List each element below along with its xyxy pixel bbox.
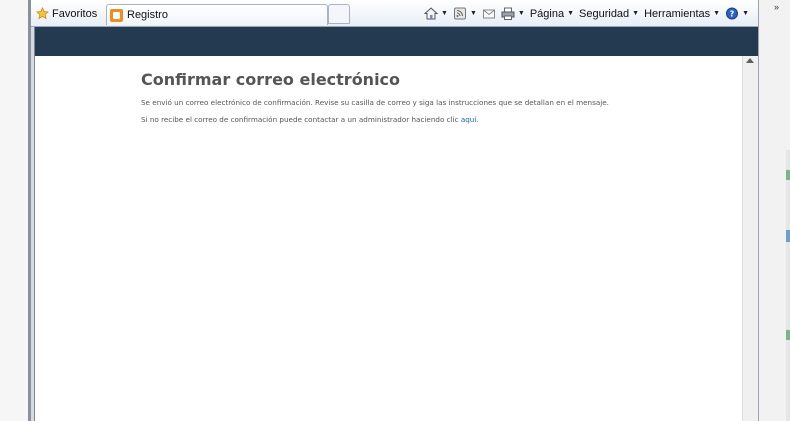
menu-tools-label: Herramientas <box>644 7 711 20</box>
window-frame-edge <box>28 0 31 421</box>
menu-page-label: Página <box>529 7 565 20</box>
page-title: Confirmar correo electrónico <box>141 70 401 89</box>
help-icon: ? <box>726 7 739 20</box>
menu-tools[interactable]: Herramientas ▼ <box>644 8 720 20</box>
feeds-icon <box>453 7 466 20</box>
scroll-up-icon[interactable] <box>746 58 754 63</box>
new-tab-button[interactable] <box>328 4 350 24</box>
feeds-button[interactable]: ▼ <box>453 7 477 20</box>
svg-text:?: ? <box>730 10 735 19</box>
tab-registro[interactable]: Registro <box>106 4 328 25</box>
favorites-button[interactable]: Favoritos <box>36 5 97 22</box>
chevron-down-icon: ▼ <box>742 10 750 17</box>
site-header-bar <box>35 27 758 56</box>
contact-message: Si no recibe el correo de confirmación p… <box>141 115 701 124</box>
favorites-label: Favoritos <box>52 7 98 20</box>
confirmation-message: Se envió un correo electrónico de confir… <box>141 98 609 107</box>
desktop-background-strip <box>786 150 790 421</box>
chevron-down-icon: ▼ <box>567 10 575 17</box>
help-button[interactable]: ? ▼ <box>725 7 749 20</box>
home-icon <box>424 7 438 20</box>
chevron-down-icon[interactable]: ▼ <box>441 10 448 17</box>
menu-security[interactable]: Seguridad ▼ <box>579 8 639 20</box>
home-button[interactable]: ▼ <box>424 7 448 20</box>
page-viewport: Confirmar correo electrónico Se envió un… <box>34 27 758 421</box>
window-frame-left <box>0 0 30 421</box>
vertical-scrollbar[interactable] <box>742 56 758 421</box>
tab-favicon-icon <box>110 8 123 22</box>
contact-admin-link[interactable]: aquí <box>461 115 477 124</box>
contact-message-text: Si no recibe el correo de confirmación p… <box>141 115 461 124</box>
command-tools: ▼ ▼ ▼ Página ▼ Seguridad ▼ Herramientas … <box>424 5 754 22</box>
read-mail-icon <box>482 9 495 19</box>
read-mail-button[interactable] <box>482 7 496 20</box>
tab-title: Registro <box>127 9 168 21</box>
print-button[interactable]: ▼ <box>501 7 525 20</box>
chevron-down-icon: ▼ <box>713 10 721 17</box>
chevron-down-icon[interactable]: ▼ <box>470 10 477 17</box>
browser-command-bar: Favoritos Registro ▼ ▼ ▼ Página ▼ Seguri… <box>31 0 779 27</box>
main-content: Confirmar correo electrónico Se envió un… <box>141 70 701 132</box>
contact-message-end: . <box>476 115 479 124</box>
chevron-down-icon[interactable]: ▼ <box>518 10 525 17</box>
toolbar-overflow-button[interactable]: » <box>774 2 779 12</box>
star-icon <box>36 7 49 20</box>
menu-page[interactable]: Página ▼ <box>530 8 574 20</box>
chevron-down-icon: ▼ <box>632 10 640 17</box>
print-icon <box>501 7 515 20</box>
menu-security-label: Seguridad <box>579 7 630 20</box>
